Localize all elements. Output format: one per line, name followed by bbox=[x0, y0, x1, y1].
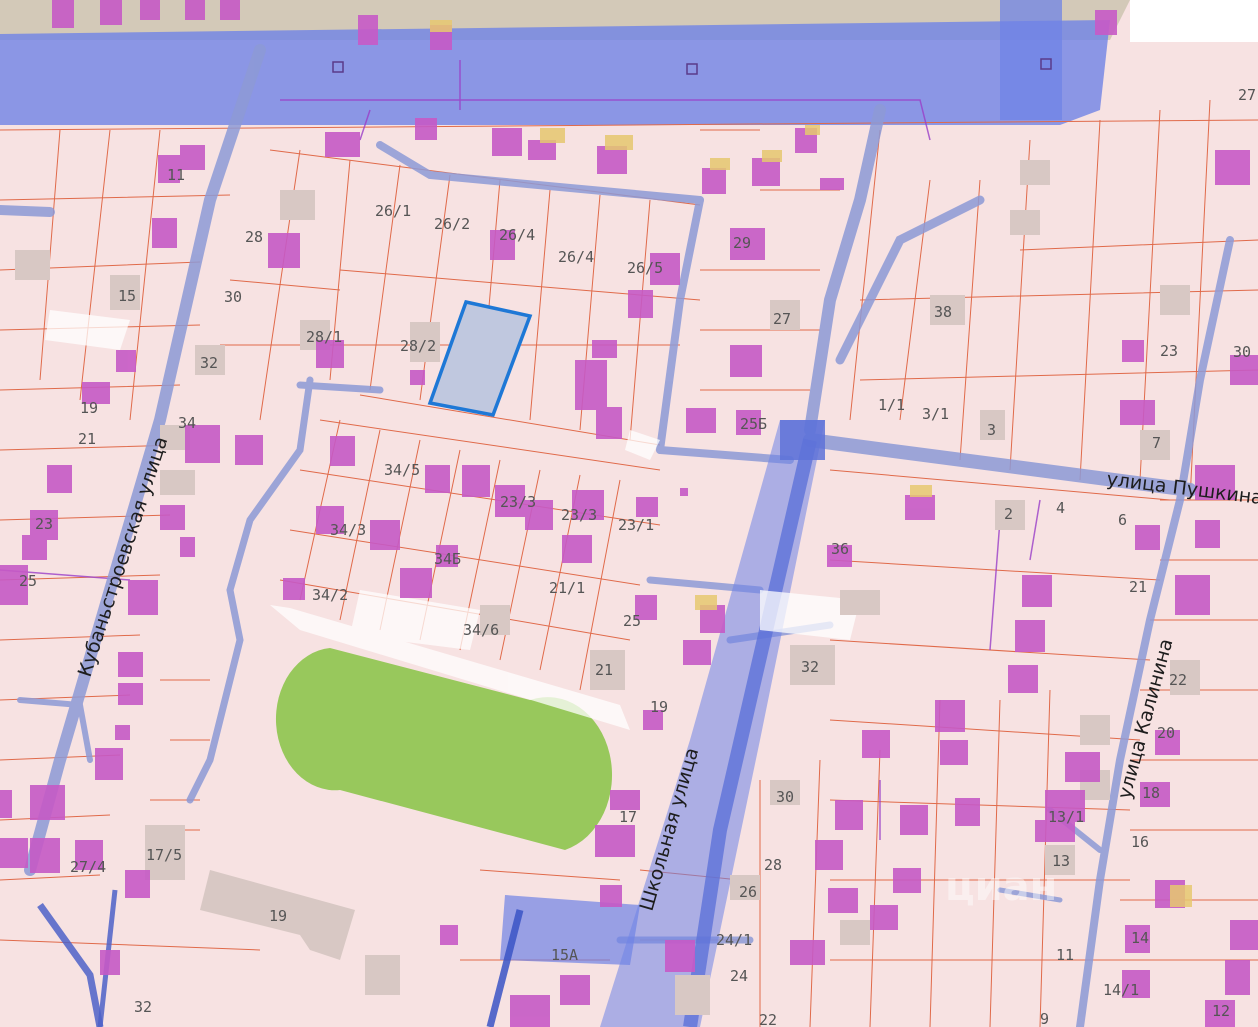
house-number: 2 bbox=[1004, 505, 1013, 523]
house-number: 28/1 bbox=[306, 328, 342, 346]
house-number: 28 bbox=[764, 856, 782, 874]
house-number: 20 bbox=[1157, 724, 1175, 742]
house-number: 27/4 bbox=[70, 858, 106, 876]
house-number: 21 bbox=[595, 661, 613, 679]
house-number: 32 bbox=[801, 658, 819, 676]
house-number: 26 bbox=[739, 883, 757, 901]
house-number: 22 bbox=[759, 1011, 777, 1027]
house-number: 24 bbox=[730, 967, 748, 985]
house-number: 3 bbox=[987, 421, 996, 439]
house-number: 34Б bbox=[434, 550, 461, 568]
house-number: 34/5 bbox=[384, 461, 420, 479]
house-number: 9 bbox=[1040, 1010, 1049, 1027]
house-number: 30 bbox=[776, 788, 794, 806]
house-number: 16 bbox=[1131, 833, 1149, 851]
house-number: 23/1 bbox=[618, 516, 654, 534]
house-number: 21 bbox=[1129, 578, 1147, 596]
house-number: 17 bbox=[619, 808, 637, 826]
house-number: 26/2 bbox=[434, 215, 470, 233]
house-number: 34 bbox=[178, 414, 196, 432]
house-number: 22 bbox=[1169, 671, 1187, 689]
house-number: 32 bbox=[200, 354, 218, 372]
house-number: 26/5 bbox=[627, 259, 663, 277]
house-number: 23/3 bbox=[500, 493, 536, 511]
blank-corner bbox=[1130, 0, 1258, 42]
house-number: 13/1 bbox=[1048, 808, 1084, 826]
house-number: 21/1 bbox=[549, 579, 585, 597]
utility-band-top bbox=[0, 20, 1110, 125]
house-number: 28/2 bbox=[400, 337, 436, 355]
house-number: 25Б bbox=[740, 415, 767, 433]
house-number: 32 bbox=[134, 998, 152, 1016]
house-number: 3/1 bbox=[922, 405, 949, 423]
house-number: 30 bbox=[1233, 343, 1251, 361]
house-number: 4 bbox=[1056, 499, 1065, 517]
house-number: 34/2 bbox=[312, 586, 348, 604]
utility-band-vertical bbox=[1000, 0, 1062, 120]
house-number: 15А bbox=[551, 946, 578, 964]
house-number: 6 bbox=[1118, 511, 1127, 529]
house-number: 36 bbox=[831, 540, 849, 558]
house-number: 30 bbox=[224, 288, 242, 306]
house-number: 34/6 bbox=[463, 621, 499, 639]
house-number: 17/5 bbox=[146, 846, 182, 864]
house-number: 25 bbox=[623, 612, 641, 630]
house-number: 7 bbox=[1152, 434, 1161, 452]
house-number: 15 bbox=[118, 287, 136, 305]
house-number: 18 bbox=[1142, 784, 1160, 802]
map-canvas[interactable]: 26/1 26/2 26/4 26/4 26/5 28 30 32 34 28/… bbox=[0, 0, 1258, 1027]
house-number: 38 bbox=[934, 303, 952, 321]
house-number: 19 bbox=[650, 698, 668, 716]
house-number: 26/4 bbox=[558, 248, 594, 266]
house-number: 29 bbox=[733, 234, 751, 252]
house-number: 34/3 bbox=[330, 521, 366, 539]
house-number: 25 bbox=[19, 572, 37, 590]
house-number: 19 bbox=[269, 907, 287, 925]
house-number: 26/1 bbox=[375, 202, 411, 220]
house-number: 21 bbox=[78, 430, 96, 448]
watermark: циан bbox=[945, 864, 1057, 910]
house-number: 12 bbox=[1212, 1002, 1230, 1020]
house-number: 23 bbox=[35, 515, 53, 533]
house-number: 26/4 bbox=[499, 226, 535, 244]
house-number: 27 bbox=[773, 310, 791, 328]
house-number: 14/1 bbox=[1103, 981, 1139, 999]
cadastral-map[interactable]: 26/1 26/2 26/4 26/4 26/5 28 30 32 34 28/… bbox=[0, 0, 1258, 1027]
house-number: 11 bbox=[167, 166, 185, 184]
house-number: 14 bbox=[1131, 929, 1149, 947]
house-number: 28 bbox=[245, 228, 263, 246]
house-number: 1/1 bbox=[878, 396, 905, 414]
house-number: 23 bbox=[1160, 342, 1178, 360]
house-number: 11 bbox=[1056, 946, 1074, 964]
house-number: 23/3 bbox=[561, 506, 597, 524]
house-number: 27 bbox=[1238, 86, 1256, 104]
house-number: 24/1 bbox=[716, 931, 752, 949]
house-number: 19 bbox=[80, 399, 98, 417]
